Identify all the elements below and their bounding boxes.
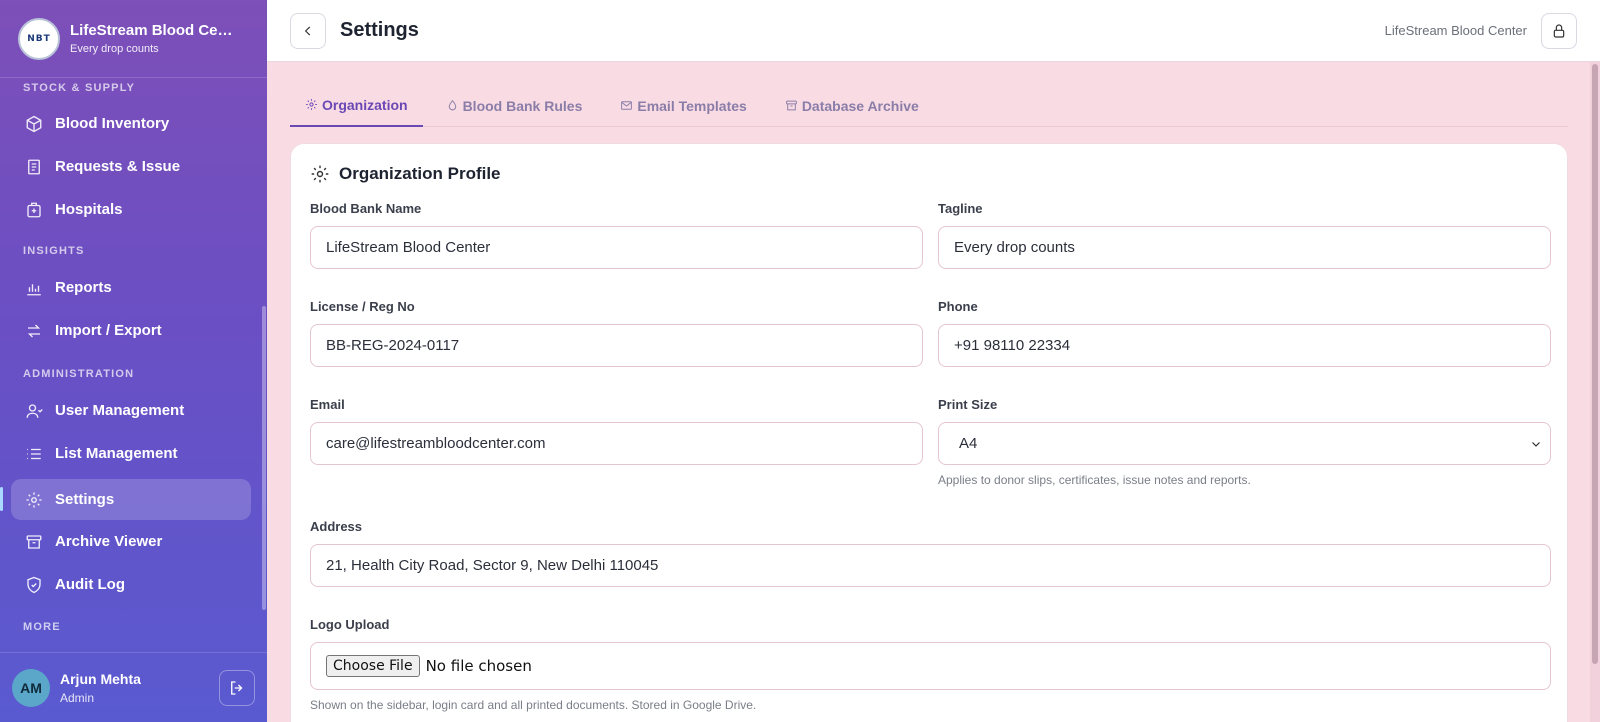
address-field: Address 21, Health City Road, Sector 9, … [310, 519, 1551, 587]
page-title: Settings [340, 19, 419, 41]
main-scrollbar[interactable] [1590, 62, 1600, 722]
sidebar-item-hospitals[interactable]: Hospitals [11, 189, 251, 230]
gear-icon [25, 491, 43, 509]
user-panel: AM Arjun Mehta Admin [0, 652, 267, 722]
choose-file-button[interactable]: Choose File [326, 655, 420, 677]
tab-email-templates[interactable]: Email Templates [605, 84, 761, 127]
tab-database-archive[interactable]: Database Archive [770, 84, 934, 127]
sidebar-item-settings[interactable]: Settings [11, 479, 251, 520]
swap-icon [25, 322, 43, 340]
user-role: Admin [60, 690, 95, 705]
license-field: License / Reg No BB-REG-2024-0117 [310, 299, 923, 367]
sidebar-item-import-export[interactable]: Import / Export [11, 310, 251, 351]
address-input[interactable]: 21, Health City Road, Sector 9, New Delh… [310, 544, 1551, 587]
bank-name-input[interactable]: LifeStream Blood Center [310, 226, 923, 269]
license-input[interactable]: BB-REG-2024-0117 [310, 324, 923, 367]
back-button[interactable] [290, 12, 326, 49]
card-title: Organization Profile [310, 164, 501, 184]
archive-icon [25, 533, 43, 551]
avatar[interactable]: AM [12, 668, 50, 707]
sidebar-scrollbar[interactable] [262, 306, 266, 610]
section-stock-supply: STOCK & SUPPLY [23, 82, 136, 94]
brand-tagline: Every drop counts [70, 43, 159, 55]
lock-icon [1553, 23, 1565, 38]
active-indicator [0, 487, 3, 511]
shield-icon [25, 576, 43, 594]
lock-button[interactable] [1541, 12, 1577, 49]
email-field: Email care@lifestreambloodcenter.com [310, 397, 923, 465]
section-more: MORE [23, 621, 61, 633]
gear-icon [311, 165, 329, 183]
logout-button[interactable] [219, 669, 255, 706]
logo-file-input[interactable]: Choose File No file chosen [310, 642, 1551, 690]
email-input[interactable]: care@lifestreambloodcenter.com [310, 422, 923, 465]
sidebar: NBT LifeStream Blood Center Every drop c… [0, 0, 267, 722]
brand-logo: NBT [18, 17, 60, 60]
brand-title: LifeStream Blood Center [70, 22, 238, 39]
brand[interactable]: NBT LifeStream Blood Center Every drop c… [0, 0, 267, 78]
user-icon [25, 402, 43, 420]
tab-blood-bank-rules[interactable]: Blood Bank Rules [431, 84, 598, 127]
phone-field: Phone +91 98110 22334 [938, 299, 1551, 367]
hospital-icon [25, 201, 43, 219]
chevron-down-icon [1532, 441, 1540, 447]
print-size-field: Print Size A4 Applies to donor slips, ce… [938, 397, 1551, 487]
bank-name-field: Blood Bank Name LifeStream Blood Center [310, 201, 923, 269]
sidebar-item-audit-log[interactable]: Audit Log [11, 564, 251, 605]
top-header: Settings LifeStream Blood Center [267, 0, 1600, 62]
gear-icon [306, 99, 317, 110]
sidebar-item-requests-issue[interactable]: Requests & Issue [11, 146, 251, 187]
sidebar-item-reports[interactable]: Reports [11, 267, 251, 308]
print-size-select[interactable]: A4 [938, 422, 1551, 465]
chevron-left-icon [304, 26, 311, 35]
main-scrollbar-thumb[interactable] [1592, 64, 1598, 664]
cube-icon [25, 115, 43, 133]
file-status: No file chosen [425, 657, 532, 675]
tab-organization[interactable]: Organization [290, 84, 423, 127]
user-name: Arjun Mehta [60, 670, 141, 687]
print-size-help: Applies to donor slips, certificates, is… [938, 473, 1251, 487]
logo-upload-field: Logo Upload Choose File No file chosen S… [310, 617, 1551, 712]
tagline-field: Tagline Every drop counts [938, 201, 1551, 269]
mail-icon [621, 101, 633, 110]
sidebar-item-user-management[interactable]: User Management [11, 390, 251, 431]
drop-icon [448, 99, 456, 111]
sidebar-item-list-management[interactable]: List Management [11, 433, 251, 474]
sidebar-nav[interactable]: STOCK & SUPPLY Blood Inventory Requests … [0, 78, 267, 648]
org-name-label: LifeStream Blood Center [1384, 23, 1527, 38]
section-insights: INSIGHTS [23, 245, 85, 257]
tagline-input[interactable]: Every drop counts [938, 226, 1551, 269]
organization-profile-card: Organization Profile Blood Bank Name Lif… [290, 143, 1568, 722]
logo-upload-help: Shown on the sidebar, login card and all… [310, 698, 757, 712]
settings-tabs: Organization Blood Bank Rules Email Temp… [290, 84, 1568, 127]
document-icon [25, 158, 43, 176]
sidebar-item-blood-inventory[interactable]: Blood Inventory [11, 103, 251, 144]
list-icon [25, 445, 43, 463]
bar-chart-icon [25, 279, 43, 297]
archive-icon [785, 100, 797, 111]
phone-input[interactable]: +91 98110 22334 [938, 324, 1551, 367]
sidebar-item-archive-viewer[interactable]: Archive Viewer [11, 521, 251, 562]
logout-icon [231, 680, 243, 695]
section-administration: ADMINISTRATION [23, 368, 135, 380]
